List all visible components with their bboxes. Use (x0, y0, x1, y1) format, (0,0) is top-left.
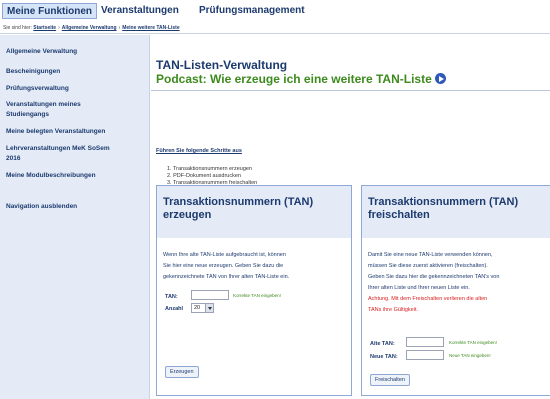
step-item: 1. Transaktionsnummern erzeugen (167, 166, 252, 172)
panel-text: Sie hier eine neue erzeugen. Geben Sie d… (163, 263, 284, 269)
podcast-link[interactable]: Podcast: Wie erzeuge ich eine weitere TA… (156, 72, 446, 86)
panel-header: Transaktionsnummern (TAN) erzeugen (157, 186, 351, 238)
new-tan-hint: Neue TAN eingeben! (449, 353, 491, 358)
panel-text: Ihrer alten Liste und Ihrer neuen Liste … (368, 285, 470, 291)
panel-title: Transaktionsnummern (TAN) (368, 196, 519, 208)
sidebar-item-bescheinigungen[interactable]: Bescheinigungen (6, 67, 146, 76)
tan-hint: Korrekte TAN eingeben! (233, 293, 281, 298)
breadcrumb-item-verwaltung[interactable]: Allgemeine Verwaltung (62, 25, 117, 31)
old-tan-input[interactable] (406, 337, 444, 347)
panel-title: Transaktionsnummern (TAN) (163, 196, 314, 208)
tan-activate-panel: Transaktionsnummern (TAN) freischalten D… (361, 185, 550, 396)
new-tan-label: Neue TAN: (370, 354, 398, 360)
breadcrumb-prefix: Sie sind hier: (3, 25, 32, 31)
breadcrumb-separator-icon: › (58, 25, 60, 31)
breadcrumb-item-startseite[interactable]: Startseite (33, 25, 56, 31)
old-tan-hint: Korrekte TAN eingeben! (449, 340, 497, 345)
panel-text: Wenn Ihre alte TAN-Liste aufgebraucht is… (163, 252, 286, 258)
page-title: TAN-Listen-Verwaltung (156, 58, 288, 72)
tab-pruefungsmanagement[interactable]: Prüfungsmanagement (195, 3, 309, 19)
tan-label: TAN: (165, 294, 178, 300)
count-select-value: 20 (194, 305, 201, 311)
sidebar-item-veranstaltungen-studiengang-line2[interactable]: Studiengangs (6, 110, 146, 119)
panel-title-line2: erzeugen (163, 209, 212, 221)
breadcrumb: Sie sind hier: Startseite › Allgemeine Ver… (0, 22, 550, 34)
steps-heading: Führen Sie folgende Schritte aus (156, 148, 242, 154)
sidebar-item-lehrveranstaltungen-line2[interactable]: 2016 (6, 154, 146, 163)
warning-text: Achtung. Mit dem Freischalten verlieren … (368, 296, 488, 302)
tab-veranstaltungen[interactable]: Veranstaltungen (97, 3, 183, 19)
sidebar-item-navigation-ausblenden[interactable]: Navigation ausblenden (6, 202, 146, 211)
sidebar: Allgemeine Verwaltung Bescheinigungen Pr… (0, 35, 150, 399)
sidebar-item-allgemeine-verwaltung[interactable]: Allgemeine Verwaltung (6, 47, 146, 56)
tab-meine-funktionen[interactable]: Meine Funktionen (2, 3, 97, 19)
sidebar-item-belegte-veranstaltungen[interactable]: Meine belegten Veranstaltungen (6, 127, 146, 136)
warning-text: TANs ihre Gültigkeit. (368, 307, 419, 313)
breadcrumb-item-tan-liste[interactable]: Meine weitere TAN-Liste (122, 25, 179, 31)
tan-generate-panel: Transaktionsnummern (TAN) erzeugen Wenn … (156, 185, 352, 396)
play-icon[interactable] (434, 73, 446, 84)
sidebar-item-pruefungsverwaltung[interactable]: Prüfungsverwaltung (6, 84, 146, 93)
step-item: 2. PDF-Dokument ausdrucken (167, 173, 241, 179)
tan-input[interactable] (191, 290, 229, 300)
panel-text: gekennzeichnete TAN von Ihrer alten TAN-… (163, 274, 290, 280)
sidebar-item-modulbeschreibungen[interactable]: Meine Modulbeschreibungen (6, 171, 146, 180)
count-select[interactable]: 20 (191, 303, 214, 313)
top-navigation: Meine Funktionen Veranstaltungen Prüfung… (0, 0, 550, 22)
count-label: Anzahl (165, 306, 184, 312)
podcast-label[interactable]: Podcast: Wie erzeuge ich eine weitere TA… (156, 72, 432, 86)
divider (151, 90, 550, 91)
panel-text: müssen Sie diese zuerst aktivieren (frei… (368, 263, 488, 269)
panel-text: Damit Sie eine neue TAN-Liste verwenden … (368, 252, 493, 258)
sidebar-item-veranstaltungen-studiengang[interactable]: Veranstaltungen meines (6, 100, 146, 109)
main-content: TAN-Listen-Verwaltung Podcast: Wie erzeu… (151, 35, 550, 399)
generate-button[interactable]: Erzeugen (165, 366, 199, 378)
new-tan-input[interactable] (406, 350, 444, 360)
breadcrumb-separator-icon: › (118, 25, 121, 31)
chevron-down-icon (205, 304, 213, 312)
old-tan-label: Alte TAN: (370, 341, 395, 347)
activate-button[interactable]: Freischalten (370, 374, 410, 386)
panel-text: Geben Sie dazu hier die gekennzeichneten… (368, 274, 500, 280)
panel-header: Transaktionsnummern (TAN) freischalten (362, 186, 550, 238)
sidebar-item-lehrveranstaltungen[interactable]: Lehrveranstaltungen MeK SoSem (6, 144, 146, 153)
panel-title-line2: freischalten (368, 209, 430, 221)
